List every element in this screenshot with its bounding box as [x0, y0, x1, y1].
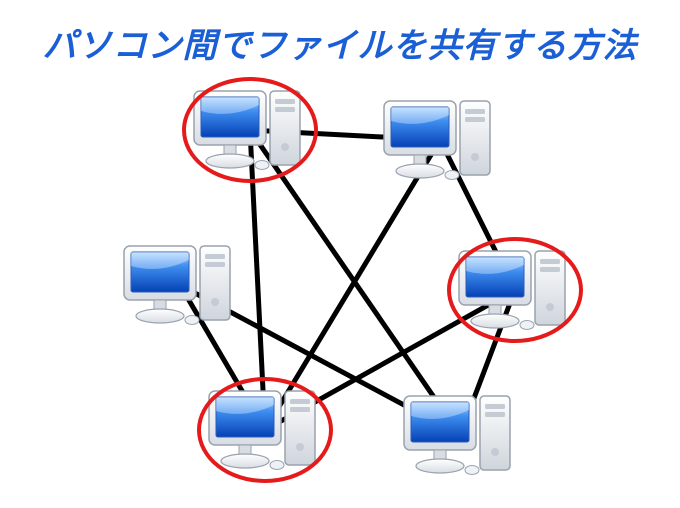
computer-node	[380, 95, 500, 185]
computer-icon	[120, 240, 240, 330]
computer-icon	[380, 95, 500, 185]
computer-icon	[455, 245, 575, 335]
computer-node	[455, 245, 575, 335]
computer-icon	[400, 390, 520, 480]
computer-icon	[205, 385, 325, 475]
computer-node	[120, 240, 240, 330]
network-edges	[0, 0, 680, 508]
computer-node	[400, 390, 520, 480]
computer-icon	[190, 85, 310, 175]
computer-node	[190, 85, 310, 175]
network-diagram	[0, 0, 680, 508]
computer-node	[205, 385, 325, 475]
